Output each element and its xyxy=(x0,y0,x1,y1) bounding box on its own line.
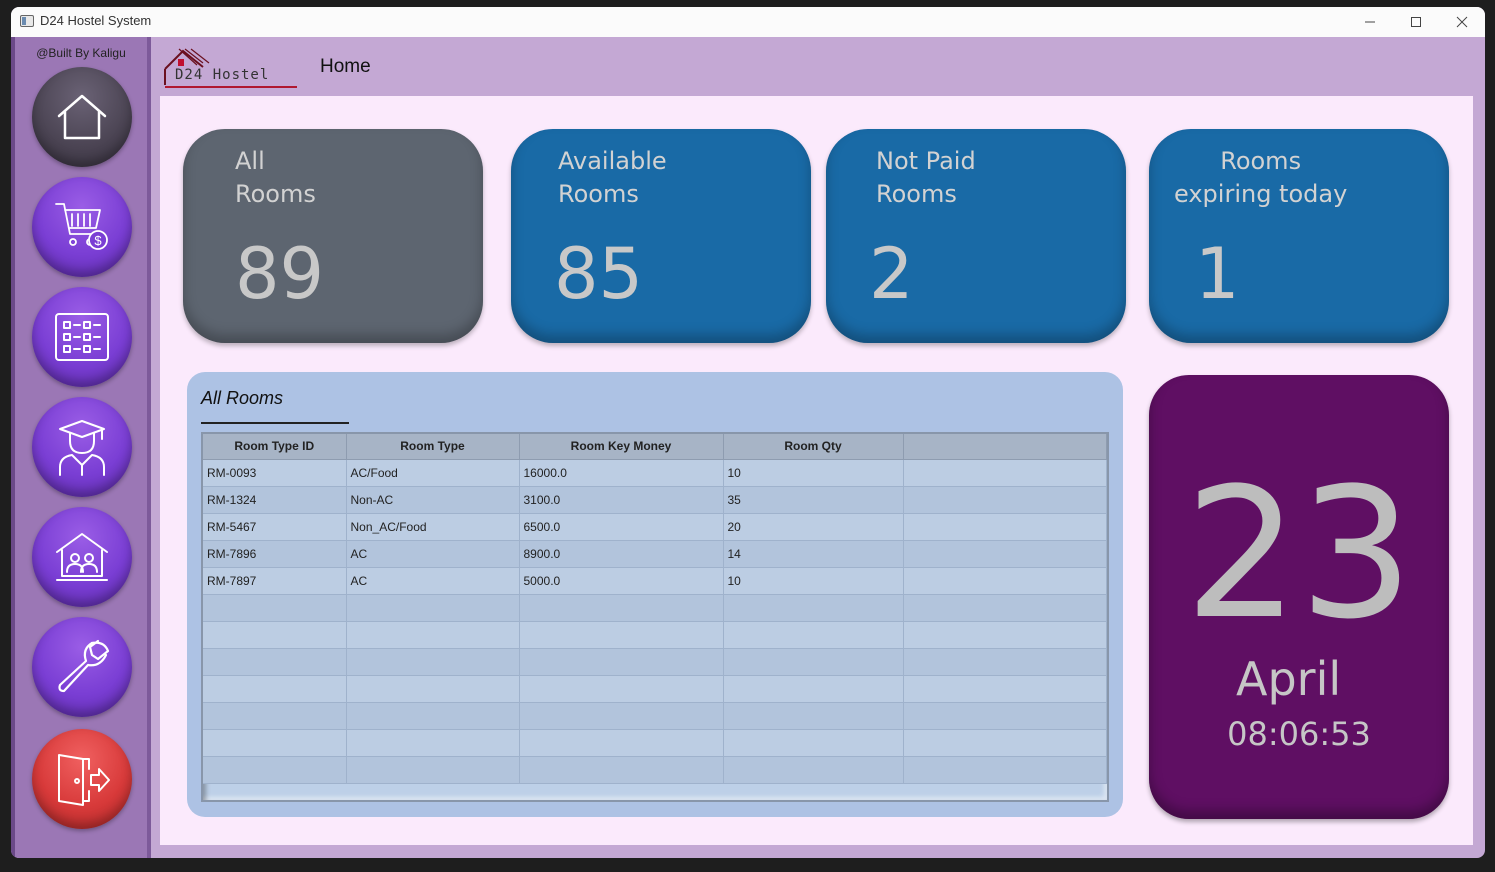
stat-card-all-rooms[interactable]: All Rooms 89 xyxy=(183,129,483,343)
cell-key-money: 6500.0 xyxy=(519,513,724,541)
stat-value: 2 xyxy=(869,233,914,315)
window-title: D24 Hostel System xyxy=(40,13,152,28)
credit-text: @Built By Kaligu xyxy=(36,46,126,60)
student-icon xyxy=(59,420,105,476)
cell-room-type-id: RM-5467 xyxy=(203,513,347,541)
sidebar: @Built By Kaligu $ xyxy=(11,37,151,858)
cell-room-type: Non-AC xyxy=(346,486,520,514)
close-button[interactable] xyxy=(1439,7,1485,37)
empty-row xyxy=(203,648,1107,676)
all-rooms-panel: All Rooms Room Type ID Room Type Room Ke… xyxy=(187,372,1123,817)
page-title: Home xyxy=(320,56,371,77)
checklist-icon xyxy=(55,313,109,361)
stat-card-rooms-expiring-today[interactable]: Rooms expiring today 1 xyxy=(1149,129,1449,343)
cell-room-qty: 10 xyxy=(723,567,904,595)
column-header[interactable]: Room Key Money xyxy=(519,434,724,460)
sidebar-item-students[interactable] xyxy=(32,397,132,497)
main-content: All Rooms 89 Available Rooms 85 Not Paid… xyxy=(160,96,1473,845)
cell-room-type: Non_AC/Food xyxy=(346,513,520,541)
app-icon xyxy=(20,15,34,27)
sidebar-item-home[interactable] xyxy=(32,67,132,167)
cell-key-money: 16000.0 xyxy=(519,459,724,487)
exit-door-icon xyxy=(58,754,110,806)
logo-text: D24 Hostel xyxy=(175,67,269,83)
stat-value: 85 xyxy=(554,233,644,315)
svg-text:$: $ xyxy=(94,233,102,248)
app-window: D24 Hostel System @Built By Kaligu $ D24… xyxy=(11,7,1485,858)
stat-label: All Rooms xyxy=(235,147,316,208)
stat-card-available-rooms[interactable]: Available Rooms 85 xyxy=(511,129,811,343)
stat-label: Not Paid Rooms xyxy=(876,147,976,208)
rooms-table[interactable]: Room Type ID Room Type Room Key Money Ro… xyxy=(201,432,1109,802)
maximize-button[interactable] xyxy=(1393,7,1439,37)
column-header[interactable]: Room Qty xyxy=(723,434,904,460)
cell-room-qty: 35 xyxy=(723,486,904,514)
empty-row xyxy=(203,621,1107,649)
cell-room-type-id: RM-1324 xyxy=(203,486,347,514)
cell-room-qty: 14 xyxy=(723,540,904,568)
sidebar-item-reservations[interactable] xyxy=(32,287,132,387)
cell-room-type-id: RM-0093 xyxy=(203,459,347,487)
column-header[interactable] xyxy=(903,434,1107,460)
table-row[interactable]: RM-7897 AC 5000.0 10 xyxy=(203,567,1107,595)
app-logo: D24 Hostel xyxy=(163,45,299,89)
stat-value: 1 xyxy=(1195,233,1240,315)
minimize-button[interactable] xyxy=(1347,7,1393,37)
table-row[interactable]: RM-5467 Non_AC/Food 6500.0 20 xyxy=(203,513,1107,541)
table-row[interactable]: RM-7896 AC 8900.0 14 xyxy=(203,540,1107,568)
cart-dollar-icon: $ xyxy=(55,203,108,250)
title-underline xyxy=(201,422,349,424)
cell-room-type-id: RM-7897 xyxy=(203,567,347,595)
stat-value: 89 xyxy=(235,233,325,315)
sidebar-item-rooms[interactable] xyxy=(32,507,132,607)
room-people-icon xyxy=(56,533,108,581)
sidebar-item-settings[interactable] xyxy=(32,617,132,717)
sidebar-item-logout[interactable] xyxy=(32,729,132,829)
empty-row xyxy=(203,729,1107,757)
date-day: 23 xyxy=(1184,450,1414,659)
cell-room-type-id: RM-7896 xyxy=(203,540,347,568)
date-time-card: 23 April 08:06:53 xyxy=(1149,375,1449,819)
cell-room-type: AC xyxy=(346,567,520,595)
stat-label: Rooms expiring today xyxy=(1174,147,1348,208)
column-header[interactable]: Room Type xyxy=(346,434,520,460)
empty-row xyxy=(203,594,1107,622)
cell-room-type: AC/Food xyxy=(346,459,520,487)
title-bar: D24 Hostel System xyxy=(11,7,1485,37)
close-icon xyxy=(1456,16,1468,28)
panel-title: All Rooms xyxy=(201,388,284,408)
date-month: April xyxy=(1236,652,1342,706)
wrench-icon xyxy=(58,639,110,693)
empty-row xyxy=(203,675,1107,703)
home-icon xyxy=(57,94,107,140)
maximize-icon xyxy=(1411,17,1421,27)
sidebar-item-payments[interactable]: $ xyxy=(32,177,132,277)
table-header-row: Room Type ID Room Type Room Key Money Ro… xyxy=(203,434,1107,460)
cell-room-qty: 10 xyxy=(723,459,904,487)
clock-time: 08:06:53 xyxy=(1227,715,1371,753)
table-row[interactable]: RM-1324 Non-AC 3100.0 35 xyxy=(203,486,1107,514)
empty-row xyxy=(203,702,1107,730)
cell-room-type: AC xyxy=(346,540,520,568)
cell-key-money: 3100.0 xyxy=(519,486,724,514)
stat-card-not-paid-rooms[interactable]: Not Paid Rooms 2 xyxy=(826,129,1126,343)
minimize-icon xyxy=(1365,21,1375,23)
stat-label: Available Rooms xyxy=(558,147,667,208)
empty-row xyxy=(203,756,1107,784)
table-row[interactable]: RM-0093 AC/Food 16000.0 10 xyxy=(203,459,1107,487)
cell-key-money: 5000.0 xyxy=(519,567,724,595)
cell-room-qty: 20 xyxy=(723,513,904,541)
cell-key-money: 8900.0 xyxy=(519,540,724,568)
column-header[interactable]: Room Type ID xyxy=(203,434,347,460)
